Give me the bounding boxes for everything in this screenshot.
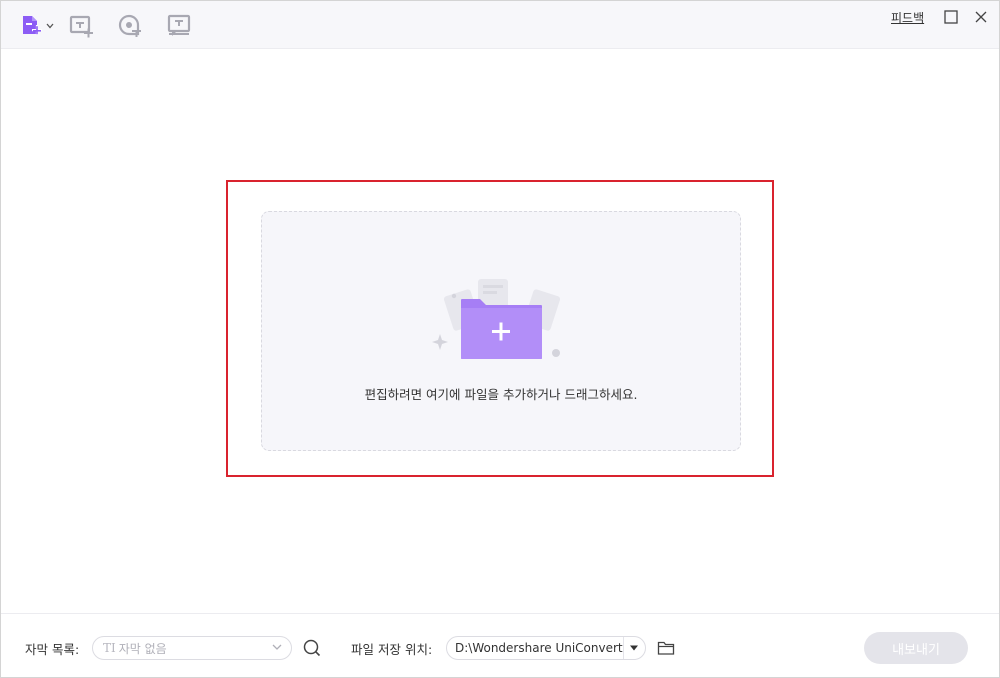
save-path-value: D:\Wondershare UniConverter 15\Subtitle [455,641,623,655]
add-subtitle-button[interactable] [69,13,95,39]
speech-to-text-button[interactable] [117,13,143,39]
search-icon[interactable] [302,638,322,658]
subtitle-editor-window: 피드백 편집하려면 여기에 파일을 추가하거나 드래그하세요. 자막 목록: T… [0,0,1000,678]
maximize-icon[interactable] [943,9,959,25]
add-file-button[interactable] [19,13,54,39]
folder-add-icon [432,279,561,359]
subtitle-list-label: 자막 목록: [25,642,80,657]
chevron-down-icon[interactable] [46,23,54,29]
open-folder-icon[interactable] [657,640,675,656]
add-subtitle-icon [69,15,93,38]
chevron-down-icon [272,644,282,650]
close-icon[interactable] [973,9,989,25]
bottom-bar: 자막 목록: TI 자막 없음 파일 저장 위치: D:\Wondershare… [1,613,999,677]
save-path-dropdown[interactable]: D:\Wondershare UniConverter 15\Subtitle [446,636,646,660]
file-drop-zone[interactable]: 편집하려면 여기에 파일을 추가하거나 드래그하세요. [261,211,741,451]
add-file-icon [23,16,42,35]
speech-to-text-icon [118,14,141,37]
text-to-speech-icon [167,14,191,36]
feedback-link[interactable]: 피드백 [891,9,924,26]
text-icon: TI [103,641,116,655]
subtitle-list-dropdown[interactable]: TI 자막 없음 [92,636,292,660]
top-toolbar: 피드백 [1,1,999,49]
export-button[interactable]: 내보내기 [864,632,968,664]
caret-down-icon [630,645,638,651]
dropdown-divider [623,637,624,659]
save-location-label: 파일 저장 위치: [351,642,433,657]
subtitle-value: 자막 없음 [118,641,167,656]
drop-instruction: 편집하려면 여기에 파일을 추가하거나 드래그하세요. [364,387,638,402]
text-to-speech-button[interactable] [166,13,192,39]
